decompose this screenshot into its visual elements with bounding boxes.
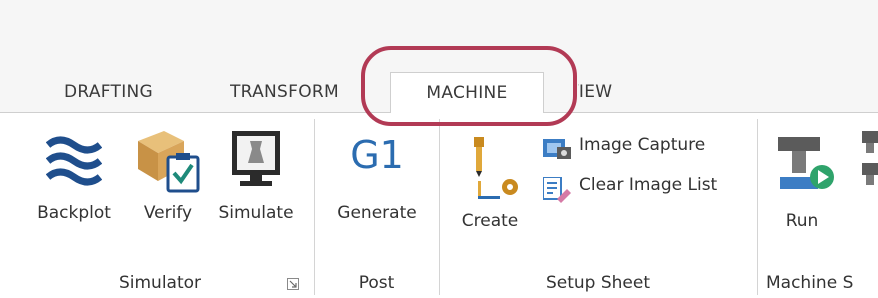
generate-button[interactable]: G1 Generate — [323, 119, 431, 229]
image-capture-button[interactable]: Image Capture — [543, 135, 753, 163]
tab-drafting[interactable]: DRAFTING — [64, 72, 153, 112]
create-button[interactable]: Create — [452, 119, 528, 239]
tab-view[interactable]: VIEW — [578, 72, 638, 112]
simulate-label: Simulate — [218, 203, 294, 223]
run-button[interactable]: Run — [770, 119, 834, 239]
g1-icon: G1 — [350, 133, 404, 177]
group-label-setup-sheet: Setup Sheet — [545, 273, 651, 293]
tab-transform[interactable]: TRANSFORM — [230, 72, 360, 112]
clear-image-list-button[interactable]: Clear Image List — [543, 175, 757, 203]
create-icon — [474, 137, 518, 199]
camera-icon — [543, 139, 571, 159]
simulate-button[interactable]: Simulate — [206, 119, 306, 229]
highlight-annotation — [361, 46, 577, 126]
group-label-simulator: Simulator — [118, 273, 202, 293]
backplot-button[interactable]: Backplot — [26, 119, 122, 229]
clear-image-list-label: Clear Image List — [579, 175, 718, 195]
machine-icon[interactable] — [862, 131, 878, 191]
ribbon-panel: Backplot Verify Simulate Simulator G1 Ge… — [0, 113, 878, 298]
group-setup-sheet: Create Image Capture Clear Image List Se… — [440, 113, 756, 298]
group-simulator: Backplot Verify Simulate Simulator — [0, 113, 312, 298]
image-capture-label: Image Capture — [579, 135, 706, 155]
dialog-launcher-icon[interactable] — [287, 278, 299, 290]
verify-label: Verify — [143, 203, 193, 223]
group-machine-sim: Run Machine S — [758, 113, 878, 298]
group-post: G1 Generate Post — [315, 113, 438, 298]
machine-run-icon — [778, 137, 834, 189]
create-label: Create — [461, 211, 519, 231]
generate-label: Generate — [337, 203, 417, 223]
backplot-icon — [46, 131, 102, 189]
verify-icon — [138, 131, 200, 193]
run-label: Run — [785, 211, 819, 231]
verify-button[interactable]: Verify — [128, 119, 208, 229]
clear-list-icon — [543, 177, 571, 203]
group-label-post: Post — [358, 273, 395, 293]
simulate-icon — [232, 131, 280, 186]
group-label-machine-sim: Machine S — [766, 273, 854, 293]
backplot-label: Backplot — [37, 203, 111, 223]
